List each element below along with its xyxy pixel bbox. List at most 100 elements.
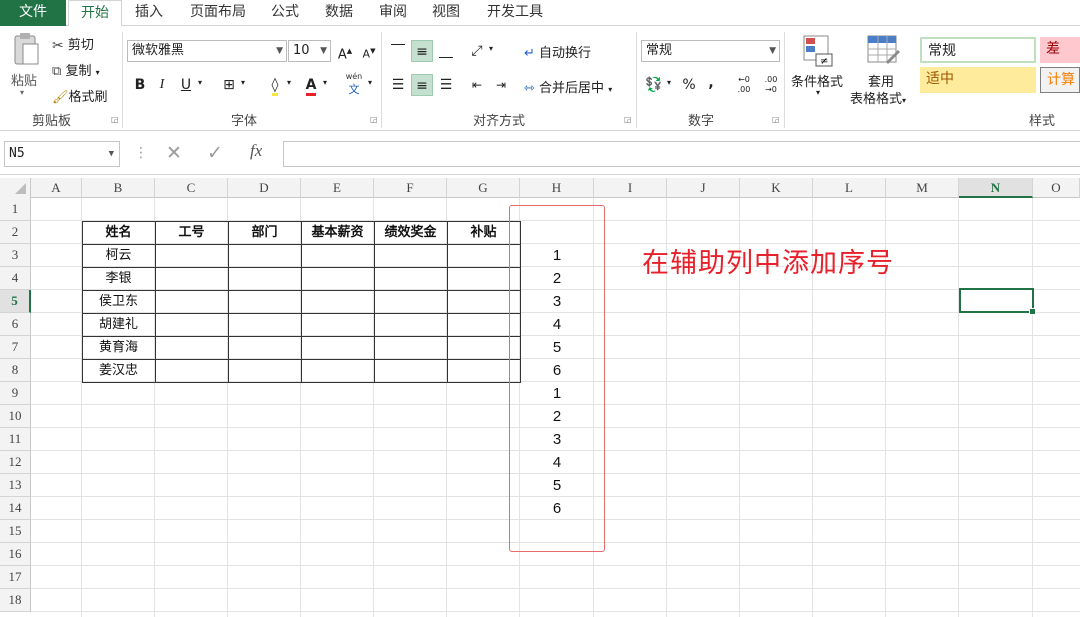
table-name-cell[interactable]: 胡建礼 [82, 313, 155, 336]
font-size-select[interactable]: 10 ▼ [288, 40, 331, 62]
orientation-dropdown-icon[interactable]: ▾ [489, 44, 493, 53]
conditional-dropdown-icon[interactable]: ▾ [816, 88, 820, 97]
tab-insert[interactable]: 插入 [126, 0, 172, 26]
style-normal[interactable]: 常规 [920, 37, 1036, 63]
column-header-N[interactable]: N [959, 178, 1033, 198]
bold-button[interactable]: B [129, 74, 151, 96]
align-bottom-icon[interactable]: ⎽ [435, 40, 457, 62]
row-header-17[interactable]: 17 [0, 566, 31, 589]
table-name-cell[interactable]: 黄育海 [82, 336, 155, 359]
column-header-I[interactable]: I [594, 178, 667, 198]
table-header-cell[interactable]: 姓名 [82, 221, 155, 244]
increase-indent-icon[interactable]: ⇥ [490, 74, 512, 96]
formula-input[interactable] [283, 141, 1080, 167]
tab-view[interactable]: 视图 [423, 0, 469, 26]
paste-icon[interactable] [10, 32, 40, 68]
row-header-18[interactable]: 18 [0, 589, 31, 612]
row-header-9[interactable]: 9 [0, 382, 31, 405]
column-header-A[interactable]: A [31, 178, 82, 198]
decrease-indent-icon[interactable]: ⇤ [466, 74, 488, 96]
font-color-dropdown-icon[interactable]: ▾ [323, 78, 327, 87]
align-center-icon[interactable]: ≡ [411, 74, 433, 96]
tab-review[interactable]: 审阅 [370, 0, 416, 26]
align-top-icon[interactable]: ⎺ [387, 40, 409, 62]
align-left-icon[interactable]: ☰ [387, 74, 409, 96]
column-header-B[interactable]: B [82, 178, 155, 198]
number-format-select[interactable]: 常规 ▼ [641, 40, 780, 62]
row-header-4[interactable]: 4 [0, 267, 31, 290]
merge-center-button[interactable]: ⇿ 合并后居中 ▾ [524, 77, 612, 96]
row-header-14[interactable]: 14 [0, 497, 31, 520]
format-painter-button[interactable]: 🖌格式刷 [52, 86, 108, 105]
active-cell-selection[interactable] [959, 288, 1036, 315]
column-header-C[interactable]: C [155, 178, 228, 198]
phonetic-icon[interactable]: wén 文 [345, 72, 363, 97]
row-header-5[interactable]: 5 [0, 290, 31, 313]
currency-icon[interactable]: 💱 [643, 74, 665, 96]
row-header-11[interactable]: 11 [0, 428, 31, 451]
tab-formulas[interactable]: 公式 [262, 0, 308, 26]
chevron-down-icon[interactable]: ▼ [109, 142, 114, 166]
row-header-12[interactable]: 12 [0, 451, 31, 474]
table-name-cell[interactable]: 李银 [82, 267, 155, 290]
font-color-icon[interactable]: A [300, 74, 322, 96]
column-header-K[interactable]: K [740, 178, 813, 198]
more-options-icon[interactable]: ⋮ [134, 145, 148, 161]
tab-file[interactable]: 文件 [0, 0, 66, 26]
borders-icon[interactable]: ⊞ [218, 74, 240, 96]
table-header-cell[interactable]: 工号 [155, 221, 228, 244]
copy-button[interactable]: ⧉ 复制 ▾ [52, 60, 100, 79]
row-header-16[interactable]: 16 [0, 543, 31, 566]
name-box[interactable]: N5 ▼ [4, 141, 120, 167]
table-name-cell[interactable]: 姜汉忠 [82, 359, 155, 382]
shrink-font-icon[interactable]: A▼ [358, 40, 380, 62]
align-right-icon[interactable]: ☰ [435, 74, 457, 96]
conditional-format-icon[interactable]: ≠ [802, 34, 834, 72]
row-header-13[interactable]: 13 [0, 474, 31, 497]
row-header-7[interactable]: 7 [0, 336, 31, 359]
table-header-cell[interactable]: 部门 [228, 221, 301, 244]
italic-button[interactable]: I [151, 74, 173, 96]
currency-dropdown-icon[interactable]: ▾ [667, 78, 671, 87]
fill-color-icon[interactable]: ◊ [264, 74, 286, 96]
wrap-text-button[interactable]: ↵ 自动换行 [524, 42, 591, 61]
tab-home[interactable]: 开始 [68, 0, 122, 27]
fill-color-dropdown-icon[interactable]: ▾ [287, 78, 291, 87]
comma-button[interactable]: , [700, 72, 722, 94]
grow-font-icon[interactable]: A▲ [334, 40, 356, 62]
row-header-15[interactable]: 15 [0, 520, 31, 543]
row-header-3[interactable]: 3 [0, 244, 31, 267]
cancel-icon[interactable]: ✕ [166, 142, 182, 164]
column-header-J[interactable]: J [667, 178, 740, 198]
row-header-10[interactable]: 10 [0, 405, 31, 428]
number-launcher-icon[interactable]: ◲ [772, 115, 780, 124]
column-header-O[interactable]: O [1033, 178, 1080, 198]
table-header-cell[interactable]: 绩效奖金 [374, 221, 447, 244]
underline-button[interactable]: U [175, 74, 197, 96]
style-bad[interactable]: 差 [1040, 37, 1080, 63]
tab-page-layout[interactable]: 页面布局 [180, 0, 256, 26]
worksheet-grid[interactable]: ABCDEFGHIJKLMNO 1 2 3 4 5 6 7 8 9 10 11 12 13 14 15 16 1… [0, 178, 1080, 617]
table-name-cell[interactable]: 侯卫东 [82, 290, 155, 313]
format-table-icon[interactable] [866, 34, 902, 72]
column-header-D[interactable]: D [228, 178, 301, 198]
format-table-button[interactable]: 表格格式▾ [850, 88, 906, 107]
underline-dropdown-icon[interactable]: ▾ [198, 78, 202, 87]
align-middle-icon[interactable]: ≡ [411, 40, 433, 62]
row-header-1[interactable]: 1 [0, 198, 31, 221]
phonetic-dropdown-icon[interactable]: ▾ [368, 78, 372, 87]
enter-icon[interactable]: ✓ [207, 142, 223, 164]
column-header-F[interactable]: F [374, 178, 447, 198]
orientation-icon[interactable]: ⤢ [466, 40, 488, 62]
insert-function-icon[interactable]: fx [250, 141, 262, 161]
tab-data[interactable]: 数据 [316, 0, 362, 26]
table-name-cell[interactable]: 柯云 [82, 244, 155, 267]
paste-dropdown-icon[interactable]: ▾ [20, 88, 24, 97]
style-calculation[interactable]: 计算 [1040, 67, 1080, 93]
tab-developer[interactable]: 开发工具 [478, 0, 552, 26]
cut-button[interactable]: ✂ 剪切 [52, 34, 94, 54]
decrease-decimal-button[interactable]: .00 →0 [760, 74, 782, 96]
borders-dropdown-icon[interactable]: ▾ [241, 78, 245, 87]
alignment-launcher-icon[interactable]: ◲ [624, 115, 632, 124]
column-header-E[interactable]: E [301, 178, 374, 198]
